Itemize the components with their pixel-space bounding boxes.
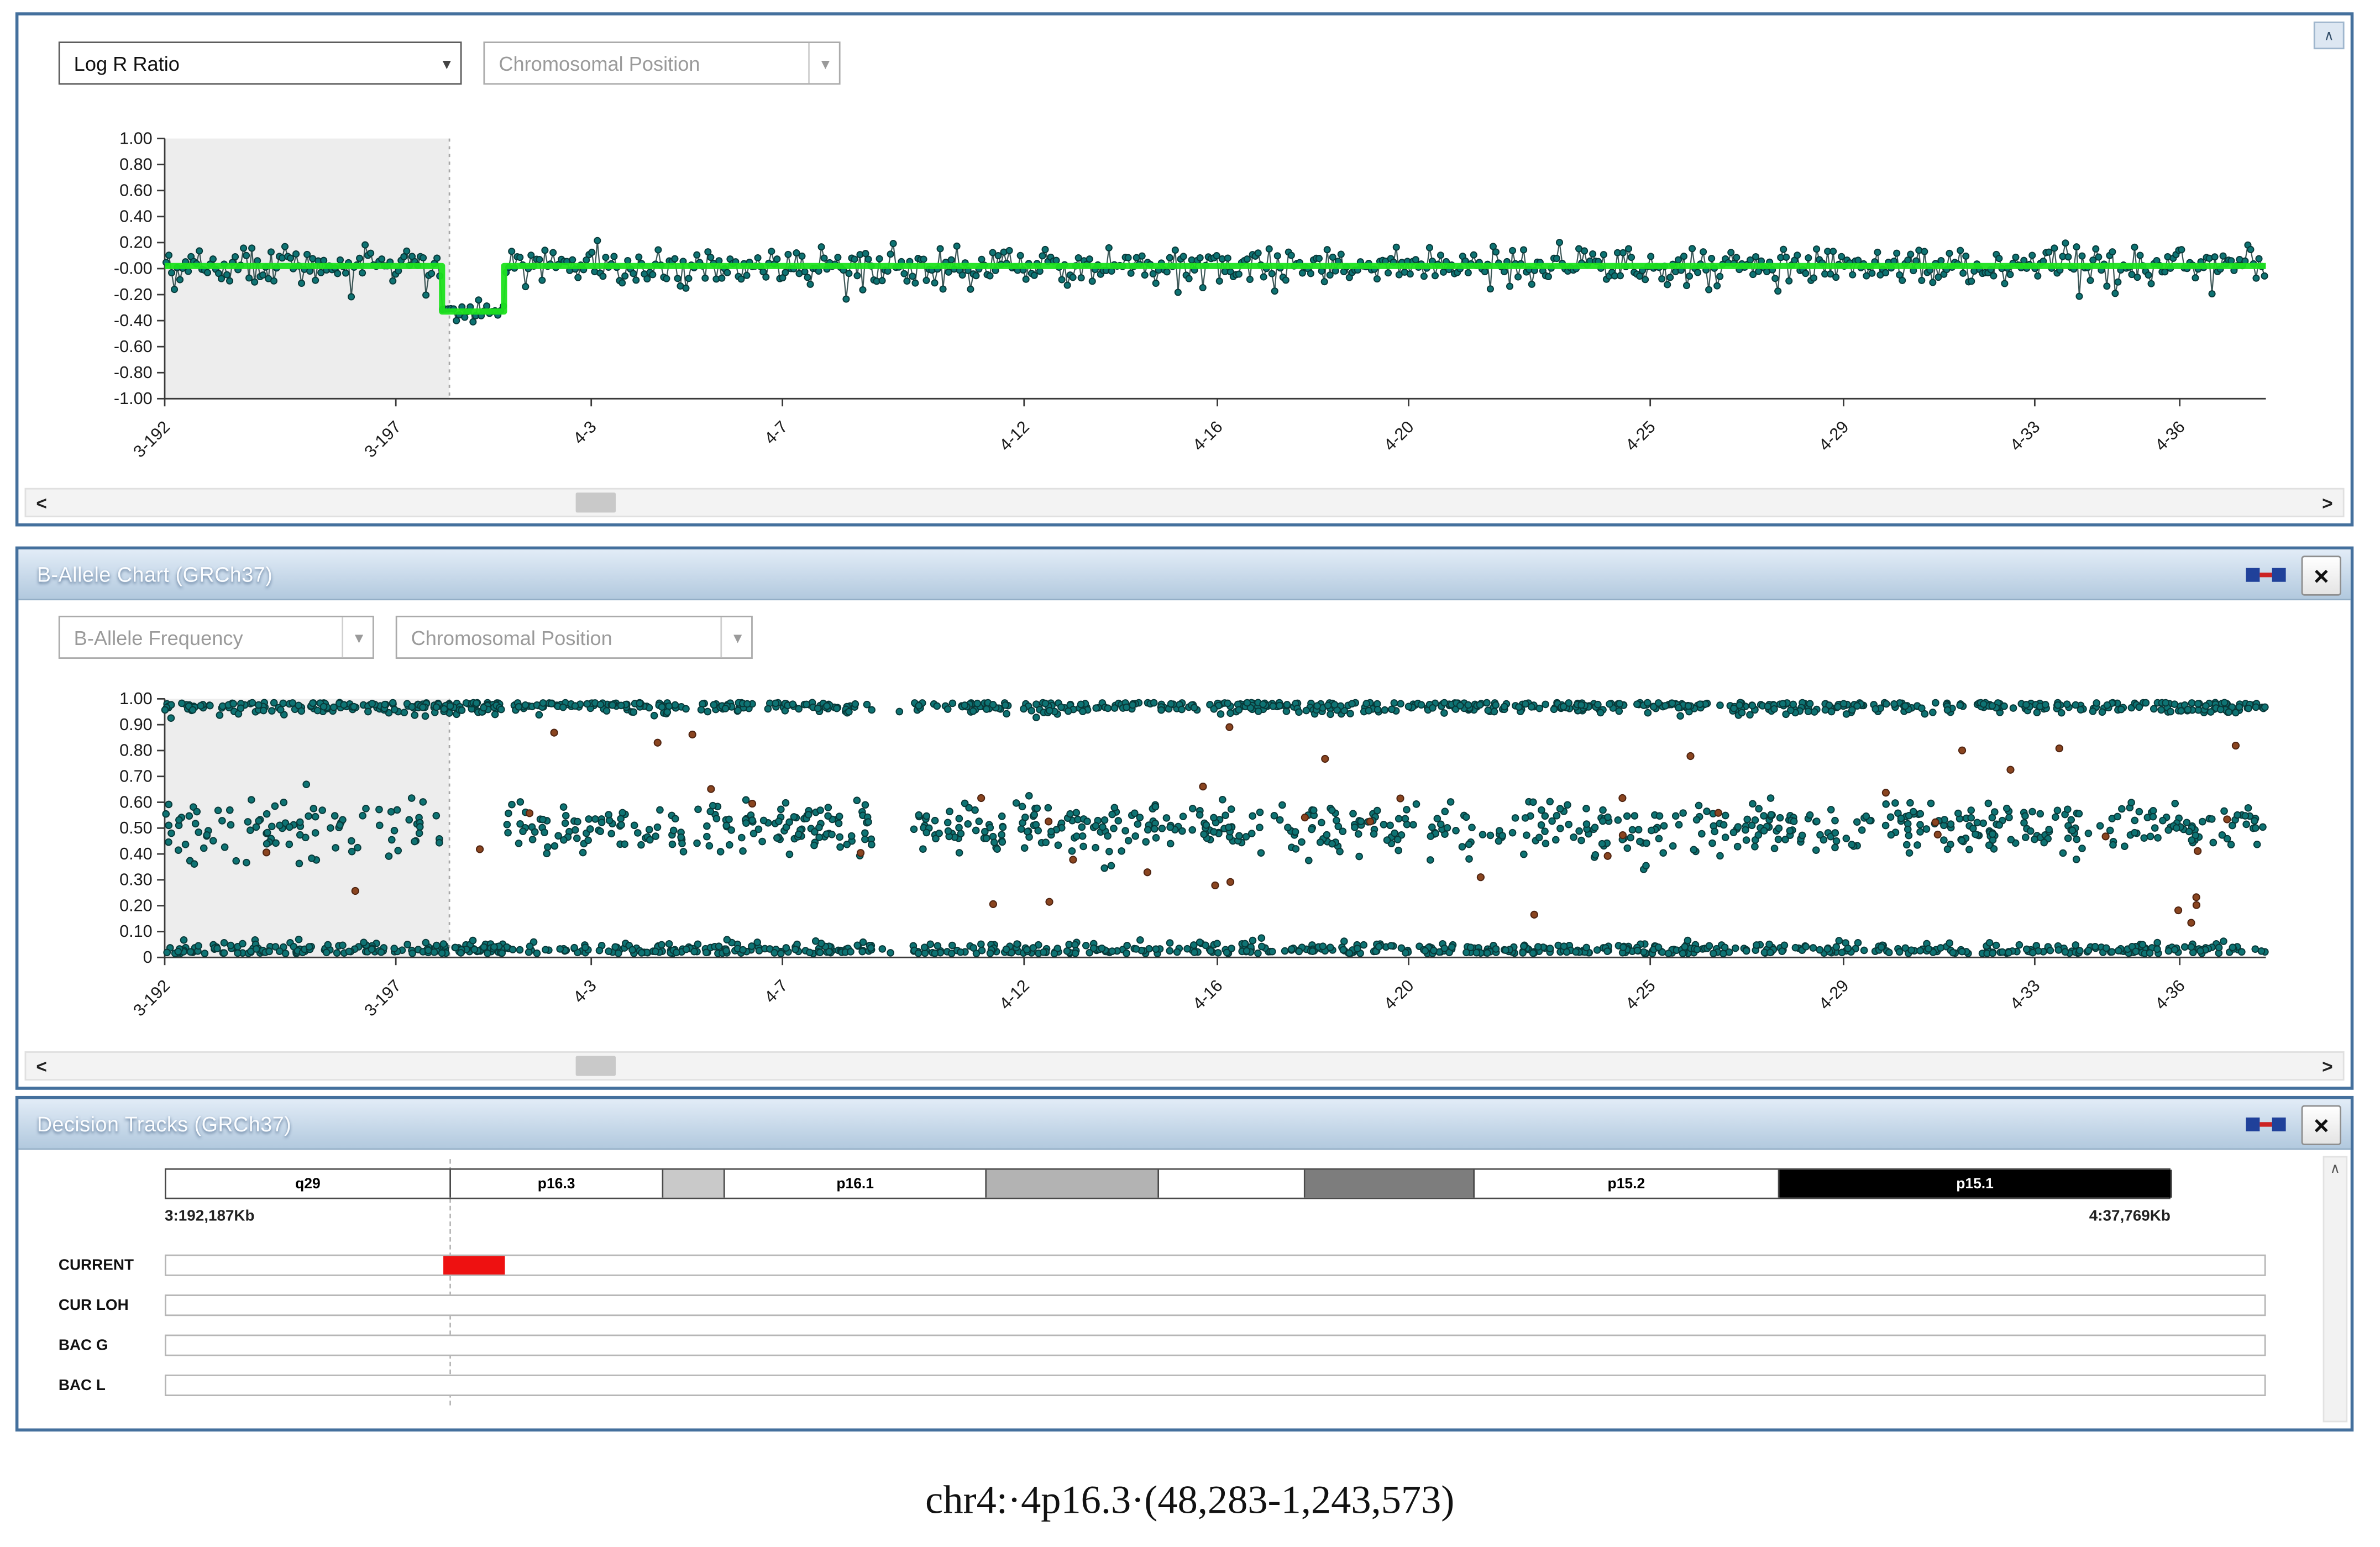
- svg-text:4-12: 4-12: [996, 976, 1033, 1013]
- svg-text:0.60: 0.60: [119, 181, 153, 200]
- svg-text:4-7: 4-7: [761, 417, 791, 448]
- x-axis-dropdown-label: Chromosomal Position: [499, 51, 700, 75]
- dock-icon-glyph: [2246, 1117, 2286, 1131]
- track-row-bac-g: [164, 1334, 2266, 1356]
- svg-text:4-16: 4-16: [1189, 976, 1226, 1013]
- close-button[interactable]: ×: [2301, 555, 2341, 596]
- scrollbar-thumb[interactable]: [575, 492, 616, 513]
- svg-text:1.00: 1.00: [119, 129, 153, 148]
- svg-text:0.20: 0.20: [119, 896, 153, 915]
- figure-caption: chr4:·4p16.3·(48,283-1,243,573): [925, 1477, 1455, 1523]
- dock-icon[interactable]: [2246, 1116, 2286, 1134]
- svg-text:4-25: 4-25: [1622, 976, 1659, 1013]
- track-label: CURRENT: [58, 1257, 134, 1275]
- svg-text:4-16: 4-16: [1189, 417, 1226, 454]
- svg-text:3-192: 3-192: [130, 976, 174, 1020]
- svg-text:0.40: 0.40: [119, 207, 153, 226]
- horizontal-scrollbar: < >: [24, 1051, 2345, 1081]
- scroll-up-icon[interactable]: ∧: [2313, 21, 2345, 50]
- panel-title: B-Allele Chart (GRCh37): [36, 562, 273, 586]
- y-axis-dropdown[interactable]: B-Allele Frequency ▾: [58, 616, 374, 659]
- horizontal-scrollbar: < >: [24, 487, 2345, 517]
- scroll-left-arrow[interactable]: <: [26, 1055, 57, 1077]
- svg-text:0.60: 0.60: [119, 793, 153, 811]
- x-axis-dropdown[interactable]: Chromosomal Position ▾: [395, 616, 753, 659]
- dock-icon[interactable]: [2246, 567, 2286, 585]
- scroll-left-arrow[interactable]: <: [26, 492, 57, 513]
- svg-text:4-7: 4-7: [761, 976, 791, 1006]
- svg-text:-1.00: -1.00: [114, 389, 153, 408]
- scrollbar-track[interactable]: [57, 1053, 2312, 1079]
- svg-text:4-12: 4-12: [996, 417, 1033, 454]
- scrollbar-track[interactable]: [57, 490, 2312, 516]
- decision-tracks-titlebar[interactable]: Decision Tracks (GRCh37): [18, 1099, 2351, 1150]
- track-label: BAC L: [58, 1377, 106, 1395]
- dock-icon-glyph: [2246, 568, 2286, 582]
- svg-text:0.10: 0.10: [119, 922, 153, 941]
- y-axis-dropdown-label: B-Allele Frequency: [74, 626, 243, 649]
- svg-text:4-36: 4-36: [2151, 417, 2188, 454]
- track-row-bac-l: [164, 1375, 2266, 1396]
- track-label: CUR LOH: [58, 1297, 129, 1315]
- scroll-up-arrow[interactable]: ∧: [2330, 1161, 2340, 1176]
- svg-text:0.40: 0.40: [119, 845, 153, 863]
- svg-text:4-29: 4-29: [1815, 976, 1852, 1013]
- log-r-ratio-panel: 1.00 0.80 0.60 0.40 0.20 -0.00 -0.20 -0.40 -0.60…: [15, 12, 2354, 527]
- svg-text:4-29: 4-29: [1815, 417, 1852, 454]
- decision-tracks-panel: Decision Tracks (GRCh37) × q29 p16.3 p16.1…: [15, 1095, 2354, 1432]
- b-allele-titlebar[interactable]: B-Allele Chart (GRCh37): [18, 549, 2351, 601]
- svg-text:3-197: 3-197: [361, 417, 405, 461]
- chevron-down-icon: ▾: [721, 617, 742, 658]
- svg-text:4-25: 4-25: [1622, 417, 1659, 454]
- scroll-right-arrow[interactable]: >: [2312, 1055, 2343, 1077]
- y-axis-dropdown[interactable]: Log R Ratio ▾: [58, 41, 462, 85]
- svg-text:-0.20: -0.20: [114, 285, 153, 304]
- svg-text:4-36: 4-36: [2151, 976, 2188, 1013]
- svg-text:4-33: 4-33: [2006, 976, 2043, 1013]
- svg-text:3-192: 3-192: [130, 417, 174, 461]
- track-row-current: [164, 1254, 2266, 1276]
- chevron-down-icon: ▾: [809, 43, 830, 83]
- svg-text:0.80: 0.80: [119, 155, 153, 174]
- svg-text:0.20: 0.20: [119, 233, 153, 252]
- svg-text:4-20: 4-20: [1380, 976, 1417, 1013]
- svg-text:-0.40: -0.40: [114, 311, 153, 330]
- close-button[interactable]: ×: [2301, 1105, 2341, 1146]
- svg-text:4-3: 4-3: [569, 417, 600, 448]
- cnv-call-marker[interactable]: [443, 1256, 506, 1275]
- chevron-down-icon: ▾: [442, 54, 452, 74]
- svg-text:4-20: 4-20: [1380, 417, 1417, 454]
- svg-text:0.50: 0.50: [119, 819, 153, 837]
- svg-text:3-197: 3-197: [361, 976, 405, 1020]
- svg-text:-0.80: -0.80: [114, 363, 153, 382]
- b-allele-chart-panel: 1.00 0.90 0.80 0.70 0.60 0.50 0.40 0.30 0.20 0.10…: [15, 546, 2354, 1090]
- svg-text:0.90: 0.90: [119, 715, 153, 734]
- decision-tracks: CURRENT CUR LOH BAC G BAC L: [18, 1150, 2350, 1428]
- vertical-scrollbar[interactable]: ∧: [2323, 1156, 2348, 1423]
- svg-text:0.80: 0.80: [119, 741, 153, 760]
- svg-text:4-3: 4-3: [569, 976, 600, 1006]
- scrollbar-thumb[interactable]: [575, 1056, 616, 1076]
- svg-text:0: 0: [143, 948, 153, 967]
- svg-text:-0.00: -0.00: [114, 259, 153, 278]
- chevron-down-icon: ▾: [342, 617, 363, 658]
- track-row-cur-loh: [164, 1294, 2266, 1317]
- svg-text:-0.60: -0.60: [114, 337, 153, 356]
- svg-text:0.70: 0.70: [119, 767, 153, 786]
- y-axis-dropdown-label: Log R Ratio: [74, 51, 180, 75]
- x-axis-dropdown-label: Chromosomal Position: [411, 626, 612, 649]
- scroll-right-arrow[interactable]: >: [2312, 492, 2343, 513]
- x-axis-dropdown[interactable]: Chromosomal Position ▾: [483, 41, 841, 85]
- panel-title: Decision Tracks (GRCh37): [36, 1112, 292, 1135]
- track-label: BAC G: [58, 1338, 108, 1355]
- svg-text:1.00: 1.00: [119, 689, 153, 708]
- svg-text:0.30: 0.30: [119, 870, 153, 889]
- figure: 1.00 0.80 0.60 0.40 0.20 -0.00 -0.20 -0.40 -0.60…: [0, 0, 2380, 1547]
- svg-text:4-33: 4-33: [2006, 417, 2043, 454]
